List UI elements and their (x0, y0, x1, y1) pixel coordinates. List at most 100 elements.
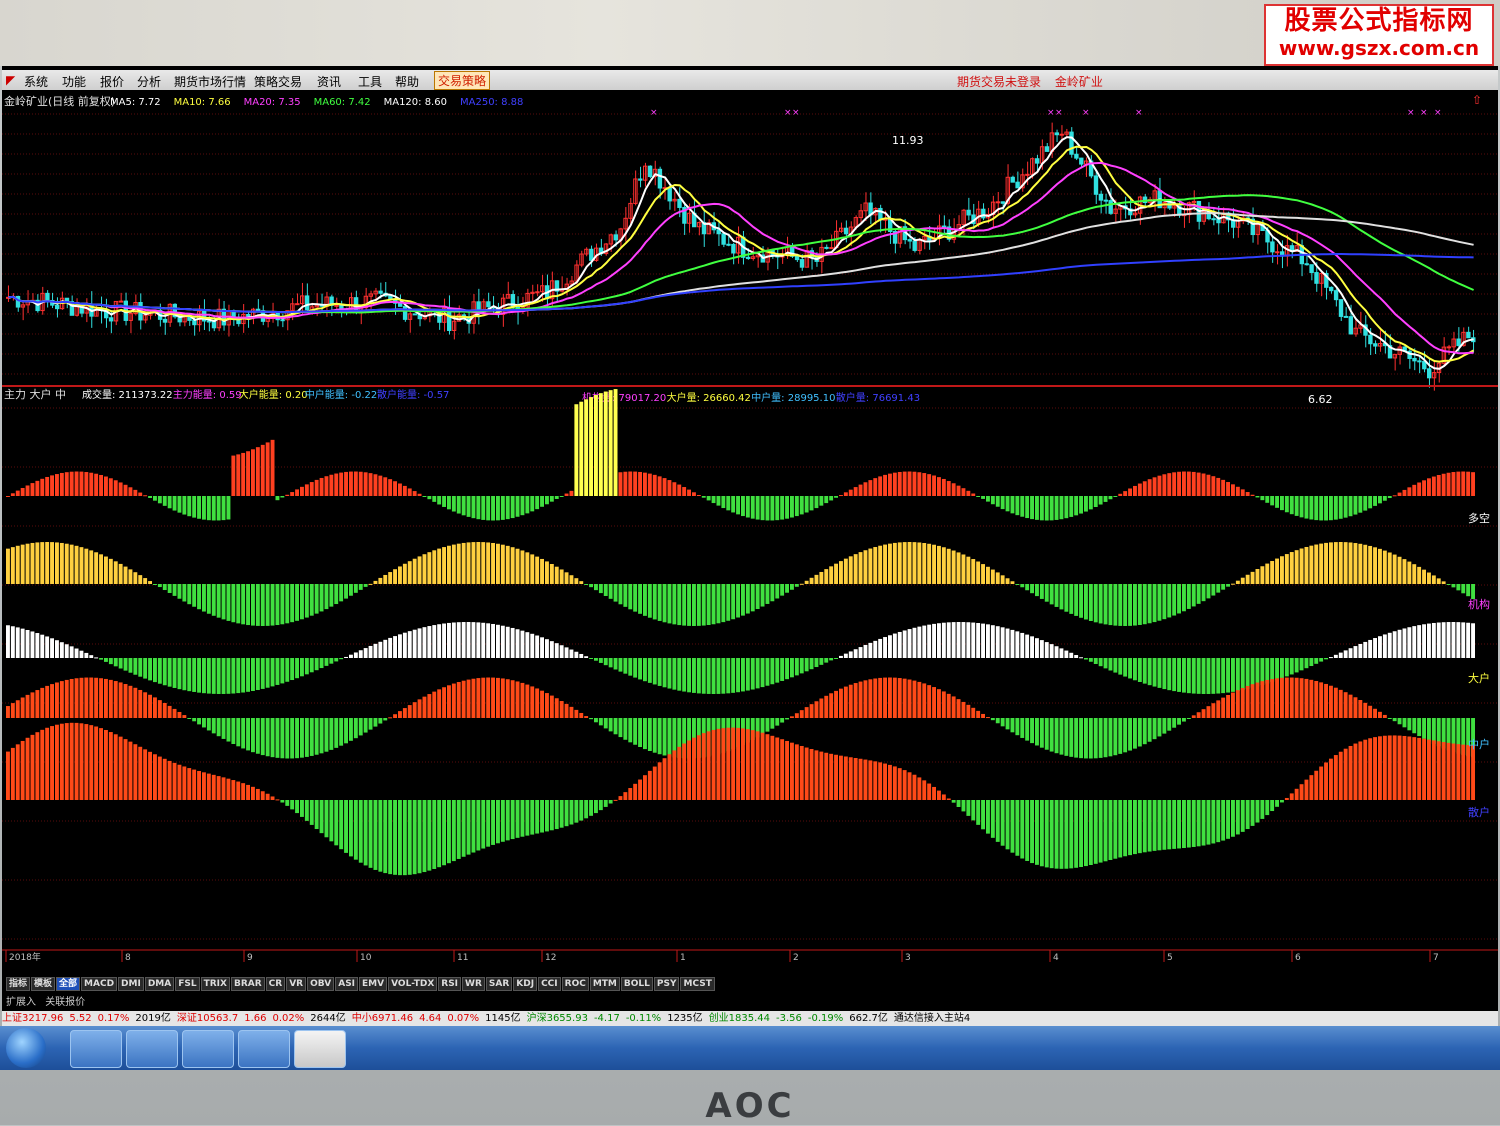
flow-bar (442, 547, 446, 584)
ticker-value: 5.52 (69, 1013, 92, 1024)
flow-bar (961, 488, 966, 496)
flow-bar (177, 584, 182, 599)
indicator-tab[interactable]: RSI (438, 977, 462, 991)
menu-quote[interactable]: 报价 (100, 73, 124, 90)
flow-bar (804, 747, 809, 800)
flow-bar (74, 648, 79, 658)
flow-bar (535, 635, 540, 658)
indicator-tab[interactable]: MACD (81, 977, 118, 991)
indicator-tab[interactable]: 模板 (31, 977, 56, 991)
flow-bar (270, 439, 275, 496)
flow-bar (216, 584, 221, 618)
indicator-tab[interactable]: DMI (118, 977, 144, 991)
flow-bar (241, 783, 246, 800)
flow-bar (794, 496, 799, 517)
flow-bar (461, 680, 466, 718)
indicator-tab[interactable]: 全部 (56, 977, 81, 991)
start-button-icon[interactable] (6, 1028, 46, 1068)
futures-login-status[interactable]: 期货交易未登录 (957, 75, 1041, 89)
menu-futures[interactable]: 期货市场行情 (174, 73, 246, 90)
menu-function[interactable]: 功能 (62, 73, 86, 90)
flow-bar (1196, 800, 1201, 847)
tab-extension[interactable]: 扩展入 (6, 997, 36, 1008)
flow-bar (1304, 779, 1309, 800)
flow-bar (554, 566, 559, 584)
indicator-tab[interactable]: SAR (485, 977, 513, 991)
flow-bar (1412, 626, 1417, 658)
flow-bar (1177, 471, 1181, 496)
indicator-tab[interactable]: FSL (175, 977, 200, 991)
indicator-tab[interactable]: WR (462, 977, 485, 991)
indicator-tab[interactable]: CCI (538, 977, 561, 991)
flow-bar (721, 728, 726, 800)
flow-bar (799, 658, 804, 674)
flow-bar (486, 623, 491, 658)
indicator-tab[interactable]: BOLL (620, 977, 653, 991)
flow-bar (510, 680, 515, 718)
indicator-tab[interactable]: PSY (653, 977, 680, 991)
flow-bar (520, 800, 525, 837)
indicator-tab[interactable]: BRAR (230, 977, 265, 991)
flow-bar (1226, 482, 1230, 496)
indicator-tab[interactable]: CR (265, 977, 286, 991)
flow-bar (1427, 572, 1431, 584)
menu-news[interactable]: 资讯 (317, 73, 341, 90)
indicator-tab[interactable]: EMV (359, 977, 388, 991)
menu-tools[interactable]: 工具 (358, 73, 382, 90)
flow-bar (1137, 718, 1142, 747)
flow-bar (976, 710, 981, 718)
indicator-tab[interactable]: MCST (680, 977, 715, 991)
flow-bar (598, 584, 603, 594)
flow-bar (682, 487, 687, 496)
chart-area[interactable]: × × × × × × × × × × 金岭矿业(日线 前复权) MA5: 7.72 MA10: 7… (2, 92, 1498, 963)
flow-bar (383, 800, 388, 874)
internet-explorer-icon[interactable] (238, 1030, 290, 1068)
indicator-tab[interactable]: TRIX (200, 977, 230, 991)
flow-bar (123, 684, 128, 718)
flow-bar (378, 800, 383, 872)
flow-bar (104, 476, 108, 496)
indicator-tab[interactable]: KDJ (513, 977, 538, 991)
flow-bar (40, 729, 45, 800)
flow-bar (966, 490, 971, 496)
flow-bar (1329, 758, 1333, 800)
menu-strategy-trade[interactable]: 策略交易 (254, 73, 302, 90)
flow-bar (687, 658, 691, 693)
indicator-tab[interactable]: VR (286, 977, 307, 991)
flow-bar (6, 706, 10, 718)
indicator-tab[interactable]: ASI (335, 977, 359, 991)
flow-bar (1368, 738, 1373, 800)
flow-bar (1049, 496, 1054, 521)
flow-bar (104, 678, 108, 718)
flow-bar (1059, 800, 1064, 869)
explorer-icon[interactable] (70, 1030, 122, 1068)
menu-trading-strategy[interactable]: 交易策略 (434, 71, 491, 90)
app-logo-icon[interactable]: ◤ (6, 73, 15, 87)
expand-icon[interactable]: ⇧ (1472, 93, 1482, 107)
indicator-tab[interactable]: 指标 (6, 977, 31, 991)
indicator-tab[interactable]: MTM (589, 977, 620, 991)
indicator-tab[interactable]: ROC (561, 977, 589, 991)
messenger-icon[interactable] (182, 1030, 234, 1068)
flow-bar (451, 622, 456, 658)
flow-bar (819, 496, 824, 506)
flow-bar (1412, 484, 1417, 496)
flow-bar (1172, 800, 1177, 849)
flow-bar (839, 655, 843, 658)
indicator-tab[interactable]: DMA (144, 977, 175, 991)
flow-bar (647, 770, 652, 800)
flow-bar (1226, 658, 1230, 693)
menu-help[interactable]: 帮助 (395, 73, 419, 90)
flow-bar (628, 788, 633, 800)
flow-bar (1088, 584, 1093, 621)
indicator-tab[interactable]: OBV (307, 977, 335, 991)
flow-bar (339, 718, 344, 746)
tab-related-quote[interactable]: 关联报价 (45, 997, 85, 1008)
media-player-icon[interactable] (126, 1030, 178, 1068)
menu-analysis[interactable]: 分析 (137, 73, 161, 90)
flow-bar (990, 625, 995, 658)
tdx-app-icon[interactable] (294, 1030, 346, 1068)
menu-system[interactable]: 系统 (24, 73, 48, 90)
flow-bar (1397, 556, 1402, 584)
indicator-tab[interactable]: VOL-TDX (388, 977, 438, 991)
